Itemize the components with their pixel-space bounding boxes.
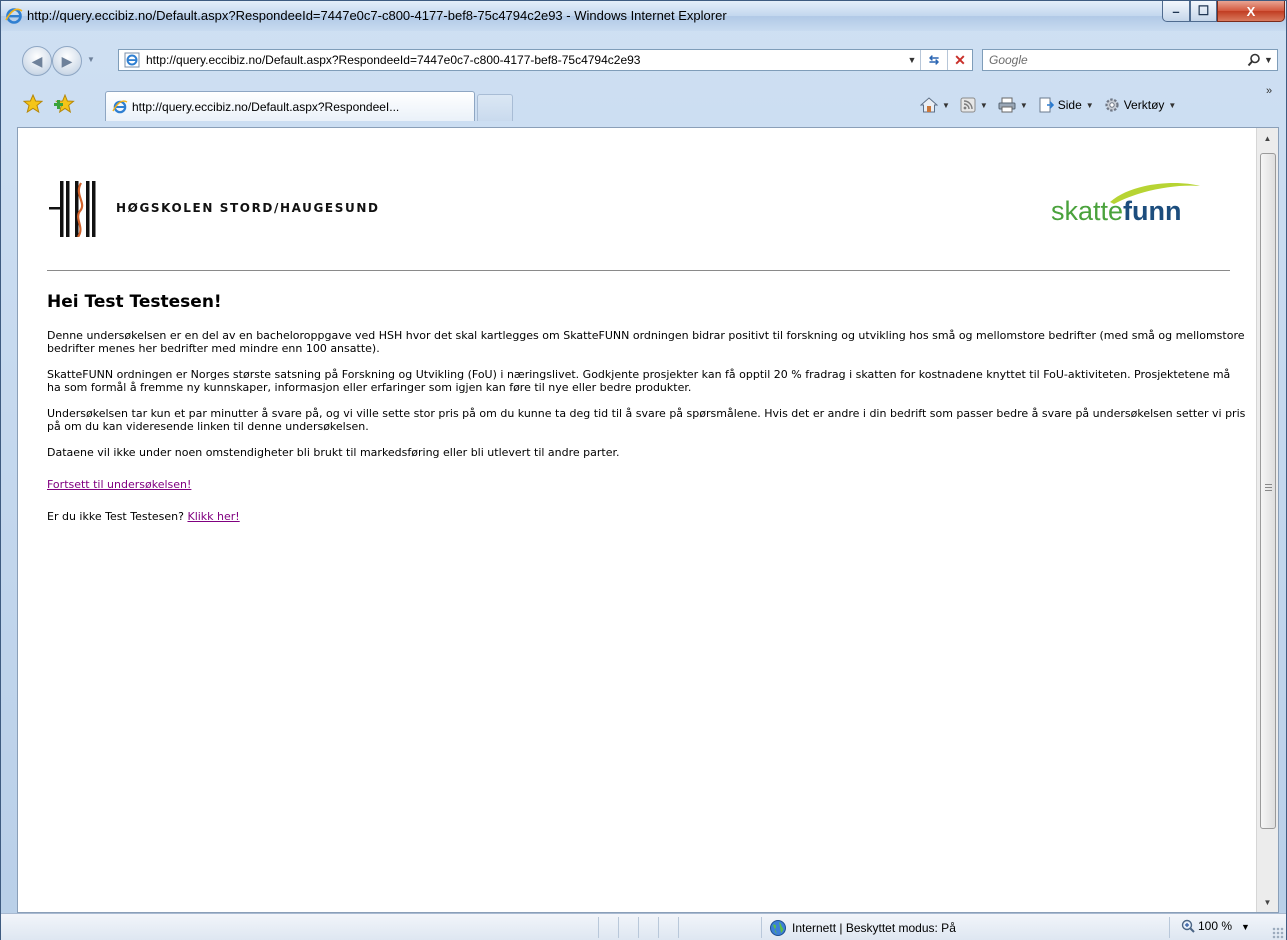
scroll-down-arrow-icon[interactable]: ▼ bbox=[1257, 892, 1278, 912]
search-button[interactable]: ▼ bbox=[1243, 53, 1277, 67]
rss-icon bbox=[960, 97, 976, 113]
back-button[interactable]: ◀ bbox=[22, 46, 52, 76]
skattefunn-logo-bold: funn bbox=[1123, 196, 1182, 226]
arrow-right-icon: ▶ bbox=[61, 52, 73, 69]
tab-bar: http://query.eccibiz.no/Default.aspx?Res… bbox=[1, 85, 1286, 125]
scrollbar-grip bbox=[1265, 484, 1272, 492]
vertical-scrollbar[interactable]: ▲ ▼ bbox=[1256, 128, 1278, 912]
recent-pages-dropdown-icon[interactable]: ▼ bbox=[87, 55, 95, 64]
print-button[interactable]: ▼ bbox=[994, 97, 1032, 113]
security-zone[interactable]: Internett | Beskyttet modus: På bbox=[769, 919, 956, 937]
ie-page-icon bbox=[124, 52, 140, 68]
zoom-icon bbox=[1181, 919, 1195, 933]
address-bar[interactable]: http://query.eccibiz.no/Default.aspx?Res… bbox=[118, 49, 973, 71]
search-input[interactable]: Google bbox=[983, 53, 1243, 67]
feeds-button[interactable]: ▼ bbox=[956, 97, 992, 113]
status-divider bbox=[1169, 917, 1170, 938]
hsh-name: HØGSKOLEN STORD/HAUGESUND bbox=[116, 201, 380, 215]
status-divider bbox=[638, 917, 639, 938]
add-favorite-icon[interactable] bbox=[53, 94, 75, 114]
gear-icon bbox=[1105, 98, 1119, 112]
zone-label: Internett | Beskyttet modus: På bbox=[792, 921, 956, 935]
print-dropdown-icon[interactable]: ▼ bbox=[1020, 101, 1028, 110]
favorites-star-icon[interactable] bbox=[23, 94, 43, 114]
url-text[interactable]: http://query.eccibiz.no/Default.aspx?Res… bbox=[146, 53, 904, 67]
continue-survey-link[interactable]: Fortsett til undersøkelsen! bbox=[47, 478, 191, 491]
window-title: http://query.eccibiz.no/Default.aspx?Res… bbox=[27, 8, 727, 23]
title-bar[interactable]: http://query.eccibiz.no/Default.aspx?Res… bbox=[1, 1, 1286, 31]
scrollbar-thumb[interactable] bbox=[1260, 153, 1276, 829]
tools-menu[interactable]: Verktøy ▼ bbox=[1100, 97, 1181, 113]
status-bar: Internett | Beskyttet modus: På 100 % ▼ bbox=[1, 913, 1286, 940]
header-divider bbox=[47, 270, 1230, 271]
maximize-button[interactable]: ☐ bbox=[1190, 1, 1217, 22]
address-dropdown-icon[interactable]: ▼ bbox=[904, 55, 920, 65]
stop-icon[interactable]: ✕ bbox=[948, 52, 972, 69]
close-button[interactable]: X bbox=[1217, 1, 1285, 22]
privacy-paragraph: Dataene vil ikke under noen omstendighet… bbox=[47, 446, 620, 459]
browser-window: http://query.eccibiz.no/Default.aspx?Res… bbox=[0, 0, 1287, 940]
skattefunn-logo-light: skatte bbox=[1051, 196, 1124, 226]
home-button[interactable]: ▼ bbox=[916, 97, 954, 113]
tools-menu-label: Verktøy bbox=[1123, 98, 1165, 112]
not-you-text: Er du ikke Test Testesen? bbox=[47, 510, 184, 523]
search-options-dropdown-icon[interactable]: ▼ bbox=[1264, 55, 1273, 65]
skattefunn-logo: skattefunn bbox=[1051, 196, 1182, 227]
page-viewport: HØGSKOLEN STORD/HAUGESUND skattefunn Hei… bbox=[17, 127, 1279, 913]
scroll-up-arrow-icon[interactable]: ▲ bbox=[1257, 128, 1278, 148]
command-bar: ▼ ▼ ▼ Side ▼ Verktøy ▼ bbox=[916, 93, 1180, 117]
web-page: HØGSKOLEN STORD/HAUGESUND skattefunn Hei… bbox=[18, 128, 1256, 912]
page-content: Hei Test Testesen! Denne undersøkelsen e… bbox=[47, 292, 1247, 536]
home-icon bbox=[920, 97, 938, 113]
page-menu-label: Side bbox=[1057, 98, 1082, 112]
printer-icon bbox=[998, 97, 1016, 113]
refresh-icon[interactable]: ⇆ bbox=[921, 53, 947, 67]
new-tab-button[interactable] bbox=[477, 94, 513, 121]
survey-paragraph: Undersøkelsen tar kun et par minutter å … bbox=[47, 407, 1246, 433]
zoom-control[interactable]: 100 % bbox=[1181, 919, 1232, 933]
click-here-link[interactable]: Klikk her! bbox=[187, 510, 239, 523]
status-divider bbox=[658, 917, 659, 938]
zoom-level: 100 % bbox=[1198, 919, 1233, 933]
tools-dropdown-icon: ▼ bbox=[1168, 100, 1177, 110]
status-divider bbox=[761, 917, 762, 938]
status-divider bbox=[598, 917, 599, 938]
resize-grip[interactable] bbox=[1272, 927, 1284, 939]
tab-label: http://query.eccibiz.no/Default.aspx?Res… bbox=[132, 99, 400, 114]
status-divider bbox=[618, 917, 619, 938]
minimize-button[interactable]: – bbox=[1162, 1, 1190, 22]
skattefunn-paragraph: SkatteFUNN ordningen er Norges største s… bbox=[47, 368, 1231, 394]
page-heading: Hei Test Testesen! bbox=[47, 292, 222, 312]
hsh-logo bbox=[49, 181, 96, 237]
search-icon bbox=[1247, 53, 1260, 67]
not-you-line: Er du ikke Test Testesen? Klikk her! bbox=[47, 510, 1247, 523]
zoom-dropdown-icon[interactable]: ▼ bbox=[1241, 922, 1250, 932]
navigation-bar: ◀ ▶ ▼ http://query.eccibiz.no/Default.as… bbox=[1, 39, 1286, 79]
arrow-left-icon: ◀ bbox=[31, 52, 43, 69]
forward-button[interactable]: ▶ bbox=[52, 46, 82, 76]
feeds-dropdown-icon[interactable]: ▼ bbox=[980, 101, 988, 110]
tab-active[interactable]: http://query.eccibiz.no/Default.aspx?Res… bbox=[105, 91, 475, 121]
ie-page-icon bbox=[112, 99, 128, 113]
intro-paragraph: Denne undersøkelsen er en del av en bach… bbox=[47, 329, 1245, 355]
globe-icon bbox=[770, 920, 786, 936]
home-dropdown-icon[interactable]: ▼ bbox=[942, 101, 950, 110]
page-menu[interactable]: Side ▼ bbox=[1034, 97, 1098, 113]
page-icon bbox=[1039, 97, 1054, 113]
more-commands-chevron-icon[interactable]: » bbox=[1266, 85, 1272, 97]
page-dropdown-icon: ▼ bbox=[1085, 100, 1094, 110]
status-divider bbox=[678, 917, 679, 938]
search-box[interactable]: Google ▼ bbox=[982, 49, 1278, 71]
ie-logo-icon bbox=[5, 8, 23, 24]
